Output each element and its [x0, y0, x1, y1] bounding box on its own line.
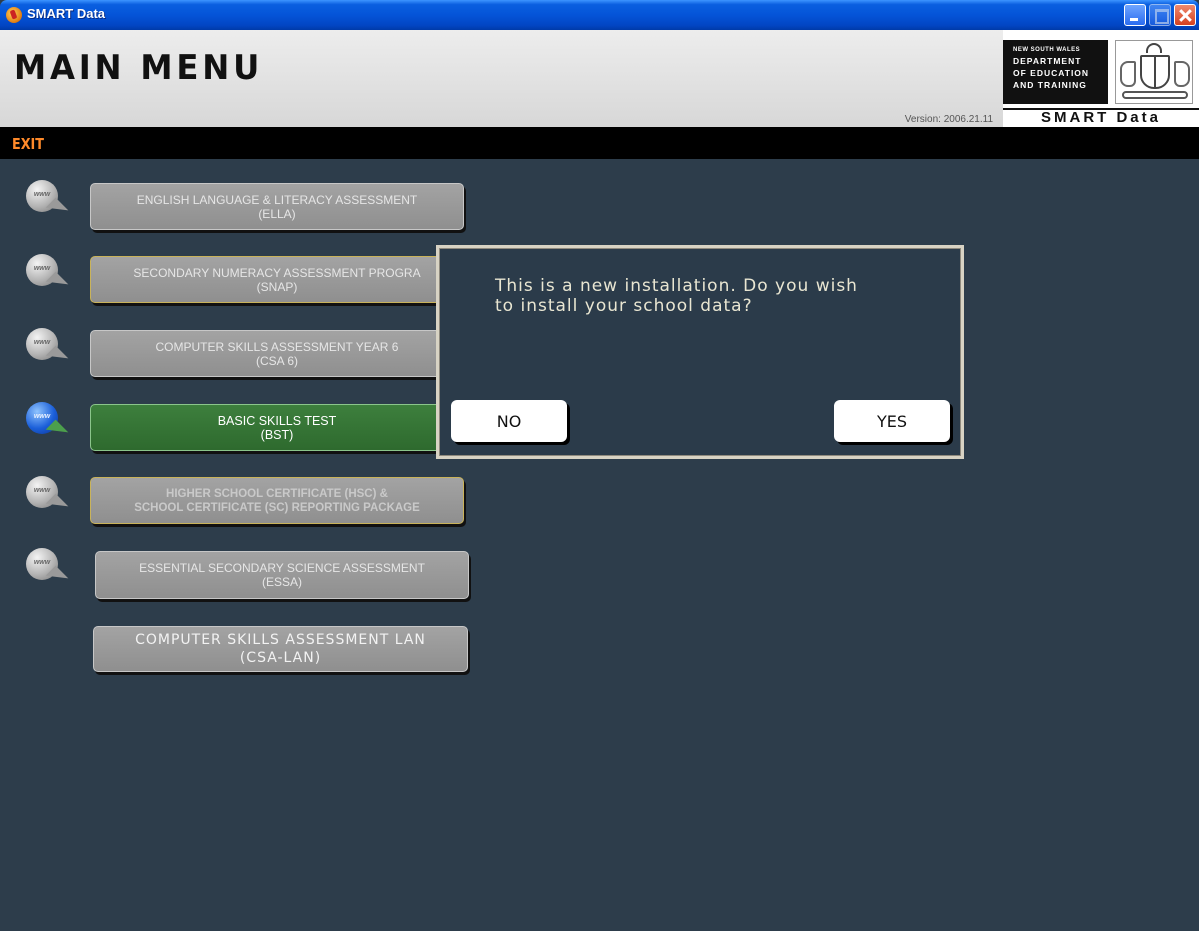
menu-button-bst[interactable]: BASIC SKILLS TEST (BST) — [90, 404, 464, 451]
menu-button-ella[interactable]: ENGLISH LANGUAGE & LITERACY ASSESSMENT (… — [90, 183, 464, 230]
menu-button-line2: (BST) — [260, 427, 294, 442]
www-globe-icon: www — [22, 328, 69, 370]
department-logo: NEW SOUTH WALES DEPARTMENT OF EDUCATION … — [1003, 30, 1199, 127]
exit-button[interactable]: EXIT — [12, 135, 44, 153]
logo-line-2: DEPARTMENT — [1013, 56, 1082, 66]
page-title: MAIN MENU — [14, 48, 264, 88]
menu-button-hsc-sc[interactable]: HIGHER SCHOOL CERTIFICATE (HSC) & SCHOOL… — [90, 477, 464, 524]
maximize-button[interactable] — [1149, 4, 1171, 26]
menu-button-line2: (CSA 6) — [255, 353, 298, 368]
logo-line-4: AND TRAINING — [1013, 80, 1087, 90]
menu-button-csa-lan[interactable]: COMPUTER SKILLS ASSESSMENT LAN (CSA-LAN) — [93, 626, 468, 672]
menu-button-line1: COMPUTER SKILLS ASSESSMENT LAN — [135, 632, 426, 648]
menu-bar: EXIT — [0, 127, 1199, 159]
menu-button-line2: (SNAP) — [256, 279, 298, 294]
menu-button-line2: (ELLA) — [258, 206, 296, 221]
window-title: SMART Data — [27, 6, 106, 21]
www-globe-icon: www — [22, 548, 69, 590]
menu-button-line1: BASIC SKILLS TEST — [217, 413, 337, 428]
menu-button-line1: HIGHER SCHOOL CERTIFICATE (HSC) & — [166, 487, 388, 500]
no-button[interactable]: NO — [451, 400, 567, 442]
menu-button-csa6[interactable]: COMPUTER SKILLS ASSESSMENT YEAR 6 (CSA 6… — [90, 330, 464, 377]
department-name-block: NEW SOUTH WALES DEPARTMENT OF EDUCATION … — [1003, 40, 1108, 104]
dialog-message: This is a new installation. Do you wish … — [495, 276, 935, 316]
install-dialog: This is a new installation. Do you wish … — [436, 245, 964, 459]
www-globe-icon: www — [22, 476, 69, 518]
www-globe-icon: www — [22, 402, 69, 444]
www-globe-icon: www — [22, 180, 69, 222]
menu-button-line1: COMPUTER SKILLS ASSESSMENT YEAR 6 — [155, 339, 399, 354]
minimize-button[interactable] — [1124, 4, 1146, 26]
logo-line-1: NEW SOUTH WALES — [1013, 47, 1081, 53]
menu-button-line1: ENGLISH LANGUAGE & LITERACY ASSESSMENT — [136, 192, 418, 207]
version-label: Version: 2006.21.11 — [904, 114, 993, 125]
menu-button-line2: (CSA-LAN) — [239, 650, 322, 666]
coat-of-arms-icon — [1115, 40, 1193, 104]
title-bar[interactable]: SMART Data — [0, 0, 1199, 30]
menu-button-snap[interactable]: SECONDARY NUMERACY ASSESSMENT PROGRA (SN… — [90, 256, 464, 303]
dialog-message-line1: This is a new installation. Do you wish — [495, 276, 858, 296]
dialog-message-line2: to install your school data? — [495, 296, 753, 316]
menu-button-line2: SCHOOL CERTIFICATE (SC) REPORTING PACKAG… — [134, 501, 420, 514]
close-button[interactable] — [1174, 4, 1196, 26]
header: MAIN MENU Version: 2006.21.11 — [0, 30, 1003, 127]
yes-button[interactable]: YES — [834, 400, 950, 442]
smart-data-badge: SMART Data — [1003, 108, 1199, 127]
www-globe-icon: www — [22, 254, 69, 296]
menu-button-line2: (ESSA) — [261, 575, 302, 589]
menu-button-line1: ESSENTIAL SECONDARY SCIENCE ASSESSMENT — [139, 561, 425, 575]
smart-data-app-icon — [6, 7, 22, 23]
menu-button-line1: SECONDARY NUMERACY ASSESSMENT PROGRA — [133, 265, 421, 280]
menu-button-essa[interactable]: ESSENTIAL SECONDARY SCIENCE ASSESSMENT (… — [95, 551, 469, 599]
logo-line-3: OF EDUCATION — [1013, 68, 1090, 78]
